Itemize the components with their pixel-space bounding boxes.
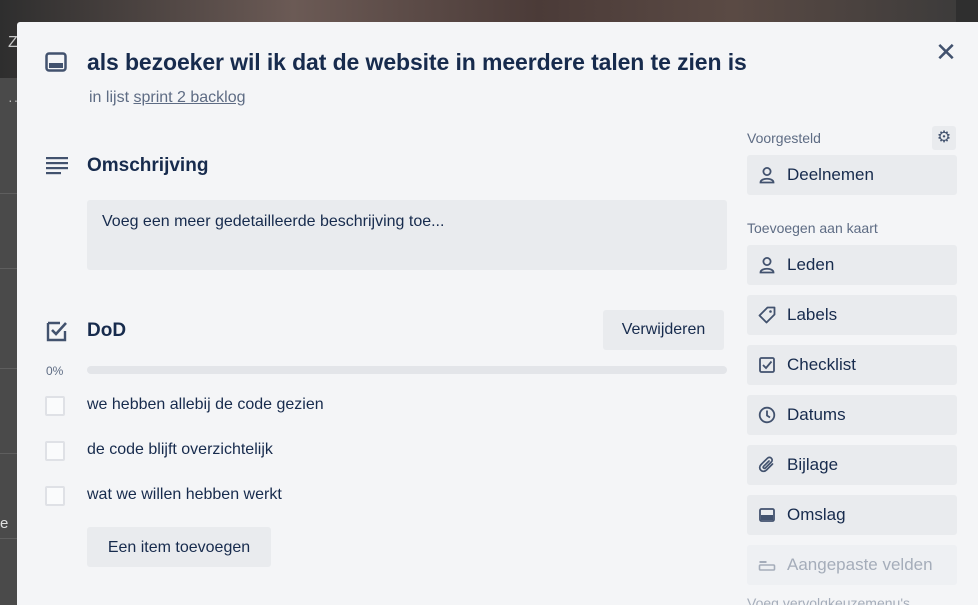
description-icon [46, 157, 68, 175]
tag-icon [758, 306, 776, 324]
add-checklist-item-button[interactable]: Een item toevoegen [87, 527, 271, 567]
list-name-link[interactable]: sprint 2 backlog [133, 89, 245, 106]
person-icon [759, 257, 775, 274]
checklist-icon [759, 357, 775, 373]
card-title[interactable]: als bezoeker wil ik dat de website in me… [87, 49, 747, 76]
card-detail-dialog: ✕ als bezoeker wil ik dat de website in … [17, 22, 978, 605]
join-button-label: Deelnemen [787, 165, 874, 184]
cover-button-label: Omslag [787, 505, 846, 524]
members-button-label: Leden [787, 255, 835, 274]
delete-checklist-button[interactable]: Verwijderen [603, 310, 724, 350]
custom-fields-button-label: Aangepaste velden [787, 555, 933, 574]
members-button[interactable]: Leden [747, 245, 957, 285]
checklist-button[interactable]: Checklist [747, 345, 957, 385]
attachment-button[interactable]: Bijlage [747, 445, 957, 485]
description-heading: Omschrijving [87, 155, 209, 176]
suggested-label: Voorgesteld [747, 130, 821, 146]
checklist-icon [46, 321, 67, 342]
checklist-item-text[interactable]: de code blijft overzichtelijk [87, 441, 273, 459]
join-button[interactable]: Deelnemen [747, 155, 957, 195]
in-list-label: in lijst [89, 89, 130, 106]
cover-icon [759, 508, 775, 522]
labels-button[interactable]: Labels [747, 295, 957, 335]
dates-button-label: Datums [787, 405, 846, 424]
close-icon[interactable]: ✕ [933, 39, 959, 66]
person-icon [759, 167, 775, 184]
cover-button[interactable]: Omslag [747, 495, 957, 535]
description-input[interactable]: Voeg een meer gedetailleerde beschrijvin… [87, 200, 727, 270]
checklist-item-checkbox[interactable] [45, 486, 65, 506]
attachment-button-label: Bijlage [787, 455, 839, 474]
checklist-item-checkbox[interactable] [45, 441, 65, 461]
clock-icon [758, 406, 776, 424]
custom-fields-button[interactable]: Aangepaste velden [747, 545, 957, 585]
add-to-card-label: Toevoegen aan kaart [747, 220, 878, 236]
dates-button[interactable]: Datums [747, 395, 957, 435]
checklist-item-text[interactable]: wat we willen hebben werkt [87, 486, 282, 504]
checklist-progress-percent: 0% [46, 364, 64, 378]
board-text-fragment: e [0, 515, 9, 532]
power-ups-hint: Voeg vervolgkeuzemenu's [747, 595, 910, 605]
card-list-info: in lijst sprint 2 backlog [89, 89, 246, 107]
paperclip-icon [758, 456, 774, 473]
checklist-heading[interactable]: DoD [87, 320, 126, 342]
checklist-button-label: Checklist [787, 355, 856, 374]
card-icon [45, 52, 67, 72]
custom-fields-icon [758, 561, 776, 571]
labels-button-label: Labels [787, 305, 838, 324]
checklist-item-text[interactable]: we hebben allebij de code gezien [87, 396, 324, 414]
checklist-progress-bar [87, 366, 727, 374]
gear-icon[interactable]: ⚙ [932, 126, 956, 150]
checklist-item-checkbox[interactable] [45, 396, 65, 416]
